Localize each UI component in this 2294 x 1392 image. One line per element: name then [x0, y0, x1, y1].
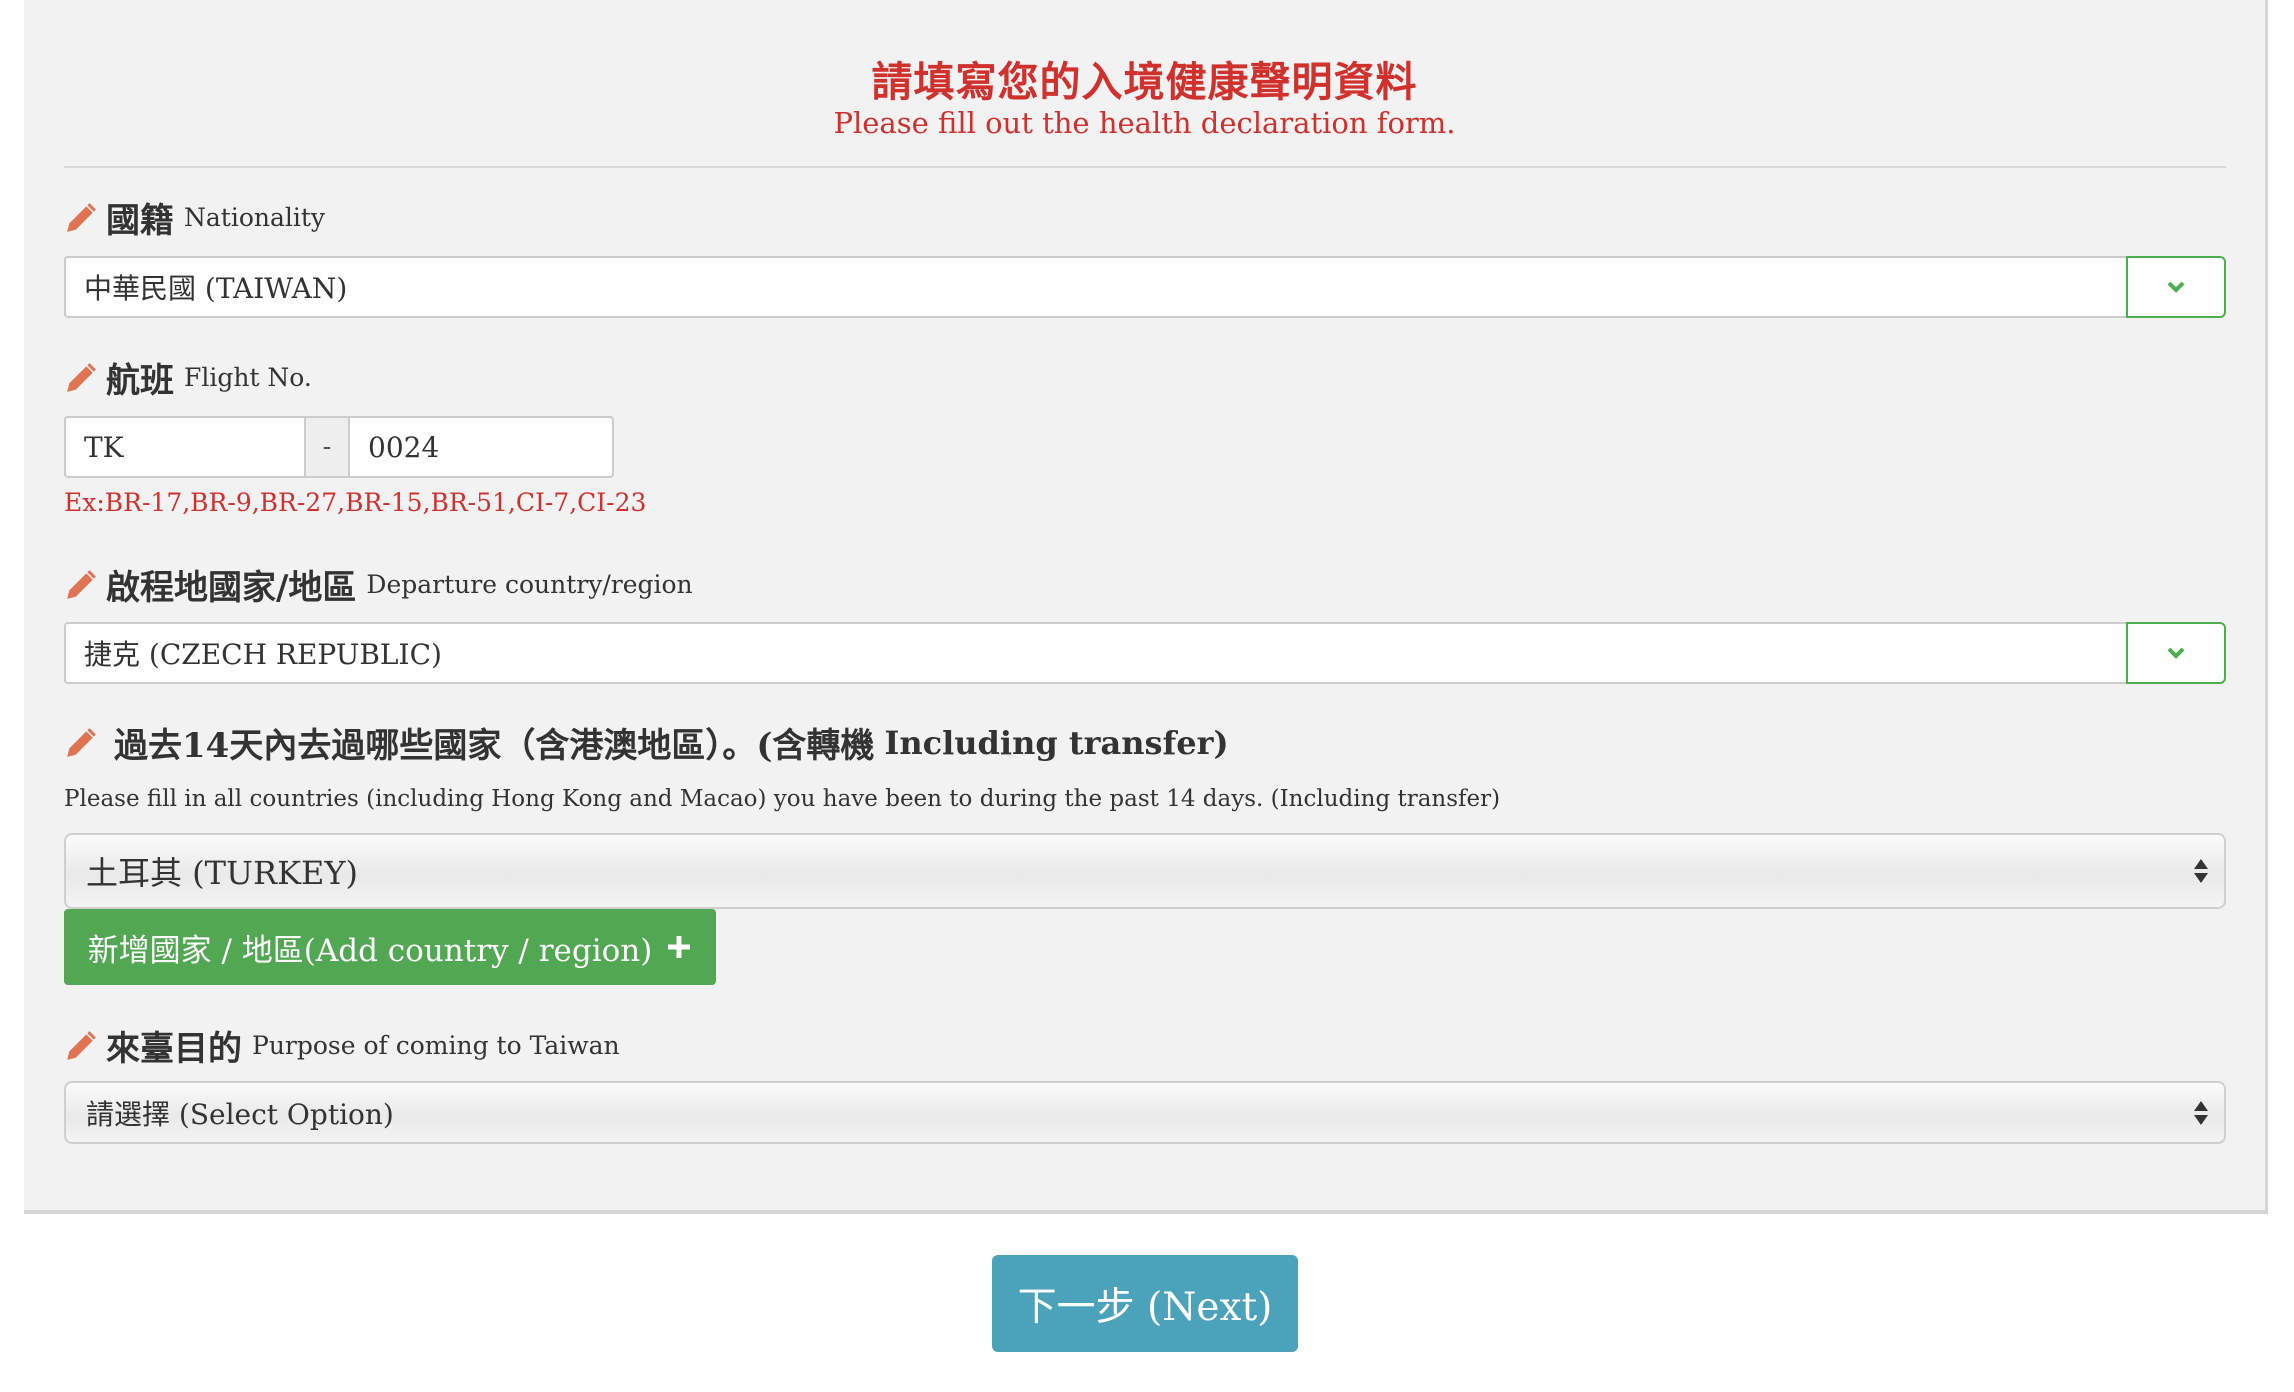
departure-label-en: Departure country/region	[366, 570, 693, 599]
purpose-select[interactable]: 請選擇 (Select Option)	[64, 1081, 2226, 1144]
select-arrows-icon	[2194, 1100, 2208, 1125]
visited-description: Please fill in all countries (including …	[64, 786, 1501, 812]
purpose-label: 來臺目的 Purpose of coming to Taiwan	[64, 1021, 620, 1070]
nationality-label: 國籍 Nationality	[64, 193, 325, 242]
next-button[interactable]: 下一步 (Next)	[992, 1255, 1298, 1352]
airline-code-value: TK	[84, 430, 124, 464]
select-arrows-icon	[2194, 859, 2208, 883]
visited-label-en: Including transfer)	[884, 723, 1229, 762]
purpose-label-en: Purpose of coming to Taiwan	[252, 1031, 620, 1060]
plus-icon	[668, 936, 691, 958]
departure-label-zh: 啟程地國家/地區	[106, 568, 357, 608]
nationality-label-en: Nationality	[184, 203, 326, 232]
nationality-dropdown-button[interactable]	[2126, 256, 2226, 318]
nationality-value: 中華民國 (TAIWAN)	[84, 272, 348, 305]
page-title: 請填寫您的入境健康聲明資料	[871, 58, 1418, 106]
flight-hint: Ex:BR-17,BR-9,BR-27,BR-15,BR-51,CI-7,CI-…	[64, 488, 647, 517]
chevron-down-icon	[2167, 647, 2185, 659]
health-declaration-panel: 請填寫您的入境健康聲明資料 Please fill out the health…	[24, 0, 2268, 1214]
nationality-field[interactable]: 中華民國 (TAIWAN)	[64, 256, 2128, 318]
flight-label-zh: 航班	[106, 361, 174, 401]
header-divider	[64, 166, 2226, 168]
purpose-value: 請選擇 (Select Option)	[86, 1097, 394, 1131]
add-country-label: 新增國家 / 地區(Add country / region)	[87, 932, 653, 969]
pencil-icon	[67, 1030, 96, 1060]
departure-field[interactable]: 捷克 (CZECH REPUBLIC)	[64, 622, 2128, 684]
visited-label: 過去14天內去過哪些國家（含港澳地區）。(含轉機 Including trans…	[64, 718, 1229, 767]
airline-code-input[interactable]: TK	[64, 416, 306, 478]
departure-dropdown-button[interactable]	[2126, 622, 2226, 684]
flight-label: 航班 Flight No.	[64, 353, 312, 402]
pencil-icon	[67, 569, 96, 599]
chevron-down-icon	[2167, 281, 2185, 293]
purpose-label-zh: 來臺目的	[106, 1029, 242, 1069]
departure-label: 啟程地國家/地區 Departure country/region	[64, 560, 693, 609]
pencil-icon	[67, 727, 96, 757]
visited-country-value: 土耳其 (TURKEY)	[86, 854, 358, 892]
flight-label-en: Flight No.	[184, 363, 312, 392]
flight-number-value: 0024	[368, 430, 440, 464]
pencil-icon	[67, 202, 96, 232]
departure-value: 捷克 (CZECH REPUBLIC)	[84, 638, 442, 671]
page-subtitle: Please fill out the health declaration f…	[833, 106, 1456, 140]
add-country-button[interactable]: 新增國家 / 地區(Add country / region)	[64, 909, 716, 985]
flight-separator: -	[304, 416, 350, 478]
flight-number-input[interactable]: 0024	[348, 416, 614, 478]
nationality-label-zh: 國籍	[106, 201, 174, 241]
visited-label-zh: 過去14天內去過哪些國家（含港澳地區）。(含轉機	[114, 726, 875, 766]
visited-country-select[interactable]: 土耳其 (TURKEY)	[64, 833, 2226, 909]
pencil-icon	[67, 362, 96, 392]
